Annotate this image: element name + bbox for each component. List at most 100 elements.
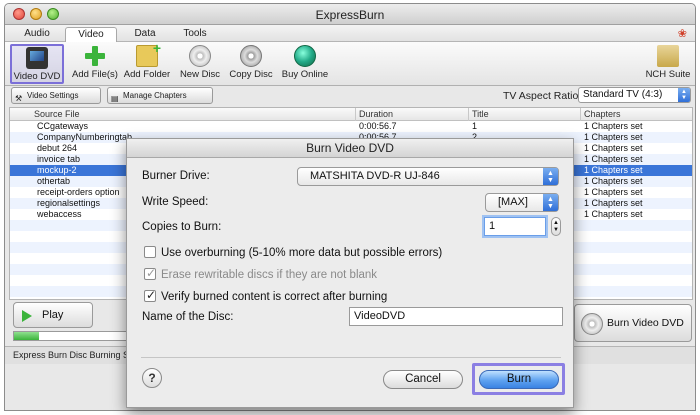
wrench-icon: ⚒: [15, 94, 23, 103]
play-icon: [22, 310, 32, 322]
burn-video-dvd-button[interactable]: Burn Video DVD: [574, 304, 692, 342]
buy-online-label: Buy Online: [281, 69, 329, 80]
new-disc-label: New Disc: [179, 69, 221, 80]
verify-checkbox[interactable]: [144, 288, 156, 302]
copy-disc-icon: [240, 45, 262, 67]
cell-source: debut 264: [37, 143, 78, 153]
aspect-ratio-label: TV Aspect Ratio:: [503, 90, 582, 102]
burner-drive-label: Burner Drive:: [142, 170, 210, 182]
write-speed-label: Write Speed:: [142, 196, 209, 208]
folder-icon: [136, 40, 161, 67]
tab-video[interactable]: Video: [65, 27, 117, 43]
overburning-option[interactable]: Use overburning (5-10% more data but pos…: [144, 246, 442, 259]
verify-option[interactable]: Verify burned content is correct after b…: [144, 288, 388, 303]
disc-icon: [189, 45, 211, 67]
toolbar: Video DVD Add File(s) Add Folder New Dis…: [5, 40, 695, 86]
cell-source: webaccess: [37, 209, 82, 219]
help-menu-icon[interactable]: ❀: [678, 27, 687, 40]
cell-source: othertab: [37, 176, 71, 186]
nch-suite-label: NCH Suite: [645, 69, 691, 80]
cell-source: receipt-orders option: [37, 187, 120, 197]
copy-disc-label: Copy Disc: [229, 69, 273, 80]
chevron-updown-icon: ▲ ▼: [543, 168, 558, 185]
disc-icon: [581, 313, 603, 335]
column-header-title[interactable]: Title: [472, 109, 489, 119]
tab-audio[interactable]: Audio: [15, 27, 59, 42]
film-icon: [26, 47, 48, 69]
add-folder-button[interactable]: Add Folder: [120, 40, 174, 84]
erase-label: Erase rewritable discs if they are not b…: [161, 269, 378, 281]
copies-input[interactable]: 1: [484, 217, 546, 236]
copies-label: Copies to Burn:: [142, 221, 222, 233]
new-disc-button[interactable]: New Disc: [173, 44, 227, 84]
aspect-ratio-value: Standard TV (4:3): [583, 89, 663, 100]
cell-chapters: 1 Chapters set: [584, 198, 643, 208]
verify-label: Verify burned content is correct after b…: [161, 291, 388, 303]
cell-chapters: 1 Chapters set: [584, 187, 643, 197]
burn-video-dvd-label: Burn Video DVD: [607, 317, 684, 329]
video-dvd-button[interactable]: Video DVD: [10, 44, 64, 84]
dialog-title: Burn Video DVD: [127, 139, 573, 158]
cell-chapters: 1 Chapters set: [584, 121, 643, 131]
erase-option: Erase rewritable discs if they are not b…: [144, 266, 378, 281]
video-settings-button[interactable]: ⚒ Video Settings: [11, 87, 101, 104]
write-speed-value: [MAX]: [498, 196, 528, 208]
cell-duration: 0:00:56.7: [359, 121, 397, 131]
aspect-ratio-select[interactable]: Standard TV (4:3) ▲ ▼: [578, 87, 691, 103]
overburning-checkbox[interactable]: [144, 246, 156, 258]
nch-suite-button[interactable]: NCH Suite: [641, 44, 695, 84]
buy-online-button[interactable]: Buy Online: [278, 44, 332, 84]
cell-source: regionalsettings: [37, 198, 101, 208]
menu-tabs: Audio Video Data Tools ❀: [5, 25, 695, 43]
overburning-label: Use overburning (5-10% more data but pos…: [161, 247, 443, 259]
progress-fill: [14, 332, 39, 340]
copy-disc-button[interactable]: Copy Disc: [224, 44, 278, 84]
cell-chapters: 1 Chapters set: [584, 143, 643, 153]
add-files-button[interactable]: Add File(s): [68, 44, 122, 84]
burner-drive-select[interactable]: MATSHITA DVD-R UJ-846 ▲ ▼: [297, 167, 559, 186]
copies-stepper[interactable]: ▲ ▼: [551, 217, 561, 236]
manage-chapters-label: Manage Chapters: [123, 91, 187, 100]
add-folder-label: Add Folder: [123, 69, 171, 80]
table-row[interactable]: CCgateways 0:00:56.7 1 1 Chapters set: [10, 121, 692, 132]
title-bar: ExpressBurn: [5, 4, 695, 25]
cell-chapters: 1 Chapters set: [584, 154, 643, 164]
video-dvd-label: Video DVD: [13, 71, 61, 82]
video-settings-label: Video Settings: [27, 91, 79, 100]
globe-icon: [294, 45, 316, 67]
window-title: ExpressBurn: [315, 8, 385, 22]
column-header-chapters[interactable]: Chapters: [584, 109, 621, 119]
cell-source: CCgateways: [37, 121, 89, 131]
burn-video-dvd-dialog: Burn Video DVD Burner Drive: MATSHITA DV…: [126, 138, 574, 408]
chevron-updown-icon: ▲ ▼: [678, 88, 690, 102]
dialog-divider: [141, 357, 561, 358]
play-label: Play: [42, 309, 64, 321]
cell-chapters: 1 Chapters set: [584, 176, 643, 186]
plus-icon: [84, 45, 106, 67]
write-speed-select[interactable]: [MAX] ▲ ▼: [485, 193, 559, 212]
cancel-button[interactable]: Cancel: [383, 370, 463, 389]
help-button[interactable]: ?: [142, 368, 162, 388]
suite-icon: [657, 45, 679, 67]
tab-tools[interactable]: Tools: [173, 27, 217, 42]
cell-source: CompanyNumberingtab: [37, 132, 133, 142]
disc-name-input[interactable]: VideoDVD: [349, 307, 563, 326]
chevron-updown-icon: ▲ ▼: [543, 194, 558, 211]
column-header-source[interactable]: Source File: [34, 109, 80, 119]
cell-chapters: 1 Chapters set: [584, 132, 643, 142]
manage-chapters-button[interactable]: ▤ Manage Chapters: [107, 87, 213, 104]
table-header: Source File Duration Title Chapters: [10, 108, 692, 121]
column-header-duration[interactable]: Duration: [359, 109, 393, 119]
add-files-label: Add File(s): [72, 69, 118, 80]
cell-chapters: 1 Chapters set: [584, 165, 643, 175]
cell-chapters: 1 Chapters set: [584, 209, 643, 219]
burner-drive-value: MATSHITA DVD-R UJ-846: [310, 170, 440, 182]
chapters-icon: ▤: [111, 94, 119, 103]
settings-row: ⚒ Video Settings ▤ Manage Chapters TV As…: [5, 86, 695, 106]
cell-source: invoice tab: [37, 154, 81, 164]
cell-title: 1: [472, 121, 478, 131]
burn-button-highlight: [472, 363, 565, 395]
play-button[interactable]: Play: [13, 302, 93, 328]
burn-progress-bar: [13, 331, 127, 341]
disc-name-label: Name of the Disc:: [142, 311, 234, 323]
